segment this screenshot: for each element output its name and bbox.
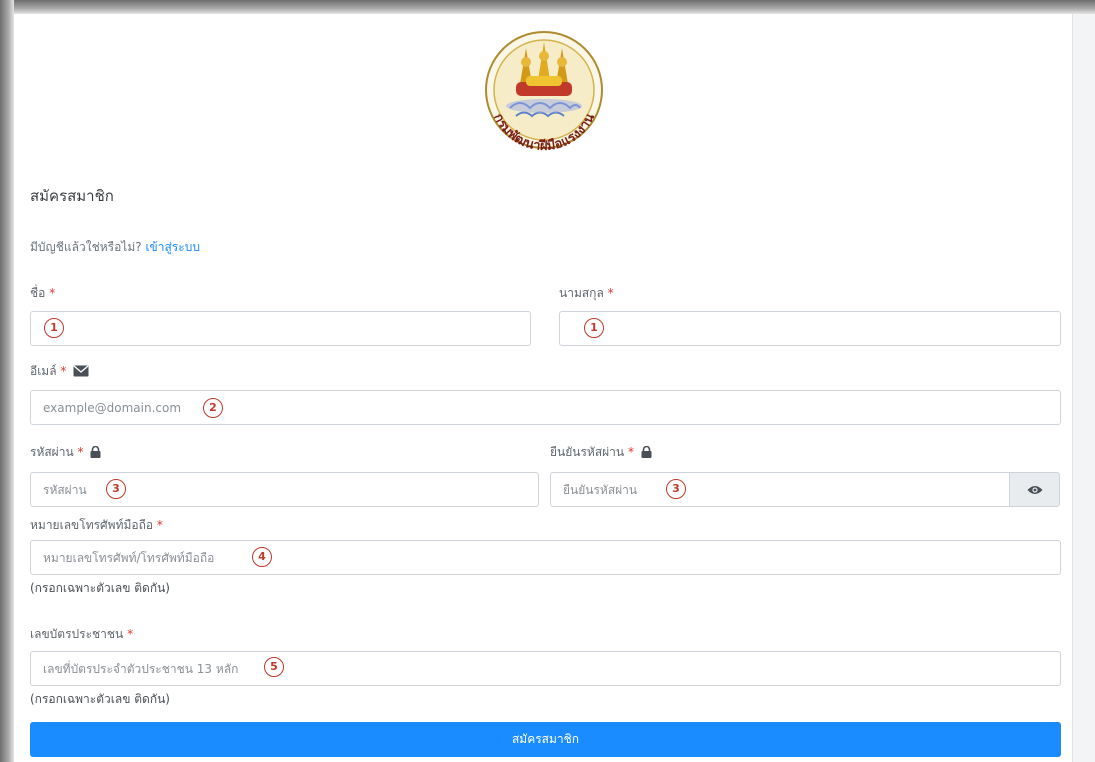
confirm-password-label: ยืนยันรหัสผ่าน * [550,443,652,462]
required-mark: * [77,445,84,459]
phone-help-text: (กรอกเฉพาะตัวเลข ติดกัน) [30,581,170,595]
required-mark: * [49,286,56,300]
annotation-badge: 1 [584,318,604,338]
id-card-help-text: (กรอกเฉพาะตัวเลข ติดกัน) [30,692,170,706]
page-side-gutter [1072,14,1095,762]
lock-icon [641,446,652,458]
show-password-toggle[interactable] [1009,472,1060,507]
password-label: รหัสผ่าน * [30,443,101,462]
last-name-label-text: นามสกุล [559,286,604,300]
confirm-password-input[interactable] [550,472,1010,507]
login-prompt-row: มีบัญชีแล้วใช่หรือไม่? เข้าสู่ระบบ [30,238,200,257]
required-mark: * [627,445,634,459]
email-label: อีเมล์ * [30,362,89,381]
first-name-label: ชื่อ * [30,284,55,303]
last-name-label: นามสกุล * [559,284,614,303]
email-label-text: อีเมล์ [30,364,57,378]
id-card-label-text: เลขบัตรประชาชน [30,627,124,641]
id-card-label: เลขบัตรประชาชน * [30,625,133,644]
password-label-text: รหัสผ่าน [30,445,74,459]
lock-icon [90,446,101,458]
email-input[interactable] [30,390,1061,425]
annotation-badge: 1 [44,318,64,338]
last-name-input[interactable] [559,311,1061,346]
phone-label: หมายเลขโทรศัพท์มือถือ * [30,516,163,535]
department-seal-logo: กรมพัฒนาฝีมือแรงงาน [485,31,603,154]
required-mark: * [607,286,614,300]
annotation-badge: 2 [203,398,223,418]
login-link[interactable]: เข้าสู่ระบบ [145,240,200,254]
phone-label-text: หมายเลขโทรศัพท์มือถือ [30,518,154,532]
annotation-badge: 4 [252,547,272,567]
first-name-input[interactable] [30,311,531,346]
first-name-label-text: ชื่อ [30,286,46,300]
annotation-badge: 3 [666,479,686,499]
phone-input[interactable] [30,540,1061,575]
register-submit-button[interactable]: สมัครสมาชิก [30,722,1061,757]
confirm-password-label-text: ยืนยันรหัสผ่าน [550,445,625,459]
envelope-icon [73,365,89,377]
required-mark: * [60,364,67,378]
annotation-badge: 5 [264,657,284,677]
required-mark: * [156,518,163,532]
required-mark: * [127,627,134,641]
login-prompt-text: มีบัญชีแล้วใช่หรือไม่? [30,240,142,254]
id-card-input[interactable] [30,651,1061,686]
page-title: สมัครสมาชิก [30,187,114,205]
window-frame-left [0,0,14,762]
annotation-badge: 3 [106,479,126,499]
eye-icon [1027,485,1042,494]
window-frame-top [0,0,1095,14]
